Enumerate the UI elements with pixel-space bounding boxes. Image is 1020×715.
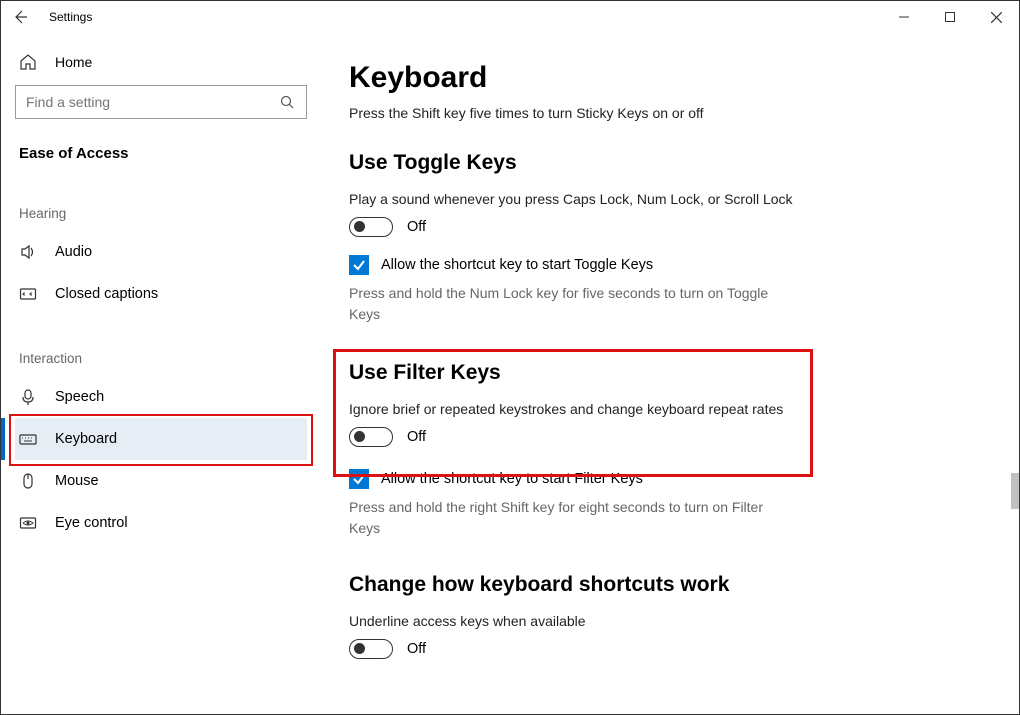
sidebar-item-speech[interactable]: Speech: [15, 376, 307, 418]
speech-label: Speech: [55, 389, 104, 405]
shortcuts-heading: Change how keyboard shortcuts work: [349, 573, 983, 597]
home-label: Home: [55, 54, 92, 70]
filter-keys-hint: Press and hold the right Shift key for e…: [349, 497, 789, 539]
sidebar: Home Ease of Access Hearing Audio: [1, 33, 321, 714]
eye-control-label: Eye control: [55, 515, 128, 531]
sticky-hint: Press the Shift key five times to turn S…: [349, 105, 983, 121]
back-icon[interactable]: [11, 8, 29, 26]
window-title: Settings: [49, 10, 92, 24]
search-input[interactable]: [16, 86, 306, 118]
toggle-keys-state: Off: [407, 219, 426, 235]
mouse-icon: [19, 472, 37, 490]
section-interaction: Interaction: [15, 315, 307, 376]
mouse-label: Mouse: [55, 473, 99, 489]
toggle-keys-desc: Play a sound whenever you press Caps Loc…: [349, 191, 983, 207]
titlebar: Settings: [1, 1, 1019, 33]
maximize-button[interactable]: [927, 1, 973, 33]
toggle-keys-shortcut-checkbox[interactable]: [349, 255, 369, 275]
sidebar-item-mouse[interactable]: Mouse: [15, 460, 307, 502]
minimize-button[interactable]: [881, 1, 927, 33]
underline-access-state: Off: [407, 641, 426, 657]
scrollbar[interactable]: [1011, 473, 1019, 509]
section-hearing: Hearing: [15, 170, 307, 231]
search-icon: [278, 93, 296, 111]
main-panel: Keyboard Press the Shift key five times …: [321, 33, 1019, 714]
toggle-keys-switch[interactable]: [349, 217, 393, 237]
audio-icon: [19, 243, 37, 261]
filter-keys-desc: Ignore brief or repeated keystrokes and …: [349, 401, 983, 417]
sidebar-item-closed-captions[interactable]: Closed captions: [15, 273, 307, 315]
underline-access-switch[interactable]: [349, 639, 393, 659]
sidebar-item-audio[interactable]: Audio: [15, 231, 307, 273]
filter-keys-heading: Use Filter Keys: [349, 361, 983, 385]
eye-control-icon: [19, 514, 37, 532]
filter-keys-state: Off: [407, 429, 426, 445]
keyboard-icon: [19, 430, 37, 448]
keyboard-label: Keyboard: [55, 431, 117, 447]
filter-keys-check-label: Allow the shortcut key to start Filter K…: [381, 471, 643, 487]
audio-label: Audio: [55, 244, 92, 260]
sidebar-item-home[interactable]: Home: [15, 45, 307, 85]
toggle-keys-check-label: Allow the shortcut key to start Toggle K…: [381, 257, 653, 273]
sidebar-item-keyboard[interactable]: Keyboard: [15, 418, 307, 460]
search-box[interactable]: [15, 85, 307, 119]
category-title: Ease of Access: [15, 141, 307, 170]
toggle-keys-hint: Press and hold the Num Lock key for five…: [349, 283, 789, 325]
close-button[interactable]: [973, 1, 1019, 33]
closed-captions-icon: [19, 285, 37, 303]
filter-keys-shortcut-checkbox[interactable]: [349, 469, 369, 489]
speech-icon: [19, 388, 37, 406]
shortcuts-desc: Underline access keys when available: [349, 613, 983, 629]
filter-keys-switch[interactable]: [349, 427, 393, 447]
page-title: Keyboard: [349, 61, 983, 95]
closed-captions-label: Closed captions: [55, 286, 158, 302]
sidebar-item-eye-control[interactable]: Eye control: [15, 502, 307, 544]
home-icon: [19, 53, 37, 71]
toggle-keys-heading: Use Toggle Keys: [349, 151, 983, 175]
